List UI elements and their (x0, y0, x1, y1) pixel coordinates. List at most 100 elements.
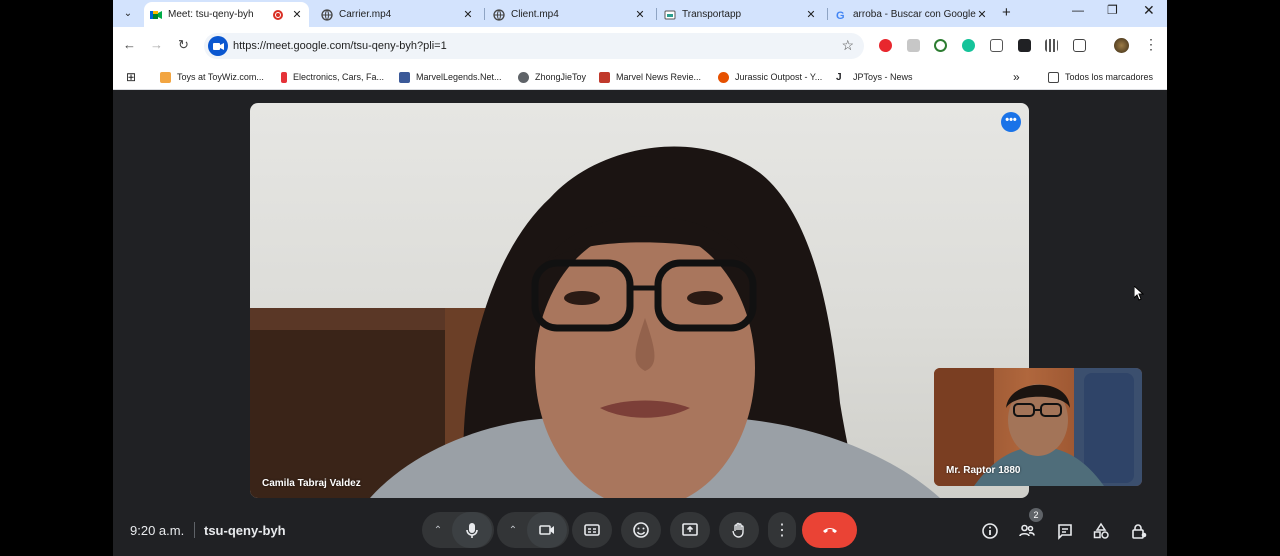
globe-icon (321, 8, 333, 21)
close-tab-icon[interactable]: ✕ (462, 8, 474, 21)
google-icon: G (835, 9, 847, 21)
leave-call-button[interactable] (802, 512, 857, 548)
recording-icon (273, 9, 283, 20)
tab-title: arroba - Buscar con Google (853, 9, 976, 20)
folder-icon (1048, 71, 1059, 83)
bookmark-label: MarvelLegends.Net... (416, 72, 502, 82)
activities-button[interactable] (1090, 520, 1112, 542)
people-icon (1019, 524, 1035, 537)
close-tab-icon[interactable]: ✕ (805, 8, 817, 21)
mic-options-chevron-icon[interactable]: ⌃ (424, 525, 452, 536)
apps-grid-icon[interactable]: ⊞ (126, 69, 136, 85)
chat-icon (1058, 524, 1072, 540)
kebab-menu-icon: ⋮ (774, 522, 790, 539)
captions-button[interactable] (572, 512, 612, 548)
reactions-button[interactable] (621, 512, 661, 548)
tab-title: Carrier.mp4 (339, 9, 392, 20)
close-tab-icon[interactable]: ✕ (291, 8, 303, 21)
present-screen-button[interactable] (670, 512, 710, 548)
opera-extension-icon[interactable] (879, 39, 892, 52)
bookmark-marvelnews[interactable]: Marvel News Revie... (599, 69, 701, 85)
camera-options-chevron-icon[interactable]: ⌃ (499, 525, 527, 536)
terminal-extension-icon[interactable] (1018, 39, 1031, 52)
tab-meet[interactable]: Meet: tsu-qeny-byh ✕ (144, 2, 309, 27)
bookmark-label: ZhongJieToy (535, 72, 587, 82)
self-participant-name: Mr. Raptor 1880 (946, 465, 1021, 476)
globe-icon (493, 8, 505, 21)
bookmark-toywiz[interactable]: Toys at ToyWiz.com... (160, 69, 264, 85)
close-window-button[interactable]: ✕ (1143, 2, 1155, 19)
puzzle-extensions-icon[interactable] (1073, 39, 1086, 52)
tab-carrier[interactable]: Carrier.mp4 ✕ (315, 2, 480, 27)
self-video-tile[interactable]: Mr. Raptor 1880 (934, 368, 1142, 486)
bookmark-jptoys[interactable]: J JPToys - News (836, 69, 913, 85)
site-info-icon[interactable] (208, 36, 228, 56)
hang-up-icon (822, 528, 837, 533)
minimize-button[interactable]: — (1072, 3, 1084, 17)
screen: ⌄ Meet: tsu-qeny-byh ✕ Carrier.mp4 ✕ Cli… (0, 0, 1280, 556)
meet-controls-bar: 9:20 a.m. tsu-qeny-byh ⌃ ⌃ ⋮ 2 (113, 508, 1167, 556)
reload-icon: ↻ (178, 37, 189, 52)
browser-menu-button[interactable]: ⋮ (1144, 36, 1158, 53)
meeting-code: tsu-qeny-byh (204, 523, 286, 538)
microphone-button[interactable] (452, 512, 492, 548)
close-tab-icon[interactable]: ✕ (634, 8, 646, 21)
reload-button[interactable]: ↻ (178, 37, 189, 53)
bookmark-jurassicoutpost[interactable]: Jurassic Outpost - Y... (718, 69, 822, 85)
more-bookmarks-chevron-icon[interactable]: » (1013, 69, 1020, 85)
video-camera-icon (539, 525, 554, 535)
people-button[interactable] (1016, 520, 1038, 542)
raise-hand-button[interactable] (719, 512, 759, 548)
mouse-cursor-icon (1134, 286, 1144, 301)
tab-title: Meet: tsu-qeny-byh (168, 9, 254, 20)
close-icon: ✕ (1143, 2, 1155, 18)
bookmark-star-icon[interactable]: ☆ (841, 37, 854, 54)
chevron-down-icon: ⌄ (123, 7, 133, 19)
tab-google-search[interactable]: G arroba - Buscar con Google ✕ (829, 2, 994, 27)
host-controls-button[interactable] (1128, 520, 1150, 542)
tile-options-button[interactable]: ••• (1001, 112, 1021, 132)
close-tab-icon[interactable]: ✕ (976, 8, 988, 21)
back-button[interactable]: ← (123, 37, 136, 52)
shapes-icon (1093, 522, 1109, 539)
chat-button[interactable] (1054, 520, 1076, 542)
meeting-details-button[interactable] (979, 520, 1001, 542)
forward-button[interactable]: → (150, 37, 163, 52)
all-bookmarks-folder[interactable]: Todos los marcadores (1048, 69, 1153, 85)
tab-transportapp[interactable]: Transportapp ✕ (658, 2, 823, 27)
profile-avatar[interactable] (1114, 38, 1129, 53)
emoji-icon (633, 522, 649, 538)
tab-search-button[interactable]: ⌄ (118, 4, 138, 22)
raise-hand-icon (732, 522, 744, 538)
tab-separator (484, 8, 485, 20)
address-bar[interactable]: https://meet.google.com/tsu-qeny-byh?pli… (204, 33, 864, 59)
browser-toolbar: ← → ↻ https://meet.google.com/tsu-qeny-b… (113, 27, 1167, 64)
main-video-tile[interactable]: ••• Camila Tabraj Valdez (250, 103, 1029, 498)
info-icon (982, 523, 998, 539)
restore-button[interactable]: ❐ (1107, 3, 1118, 17)
camera-button[interactable] (527, 512, 567, 548)
meet-stage: ••• Camila Tabraj Valdez Mr. Raptor 1880 (113, 91, 1167, 556)
tab-client[interactable]: Client.mp4 ✕ (487, 2, 652, 27)
translate-extension-icon[interactable] (990, 39, 1003, 52)
more-options-button[interactable]: ⋮ (768, 512, 796, 548)
bookmark-ebay[interactable]: Electronics, Cars, Fa... (281, 69, 384, 85)
new-tab-button[interactable]: + (1002, 4, 1011, 21)
all-bookmarks-label: Todos los marcadores (1065, 72, 1154, 82)
kebab-menu-icon: ⋮ (1144, 36, 1158, 52)
url-text: https://meet.google.com/tsu-qeny-byh?pli… (233, 40, 447, 52)
qr-code-icon[interactable] (1045, 39, 1058, 52)
marvellegends-icon (399, 71, 410, 83)
grammarly-icon[interactable] (962, 39, 975, 52)
bookmark-zhongjietoy[interactable]: ZhongJieToy (518, 69, 586, 85)
download-extension-icon[interactable] (934, 39, 947, 52)
arrow-left-icon: ← (123, 37, 136, 52)
restore-icon: ❐ (1107, 3, 1118, 17)
extension-icon[interactable] (907, 39, 920, 52)
microphone-control: ⌃ (422, 512, 494, 548)
microphone-icon (466, 523, 478, 538)
bookmark-marvellegends[interactable]: MarvelLegends.Net... (399, 69, 502, 85)
present-icon (682, 523, 698, 536)
globe-icon (518, 71, 529, 83)
minimize-icon: — (1072, 3, 1084, 17)
